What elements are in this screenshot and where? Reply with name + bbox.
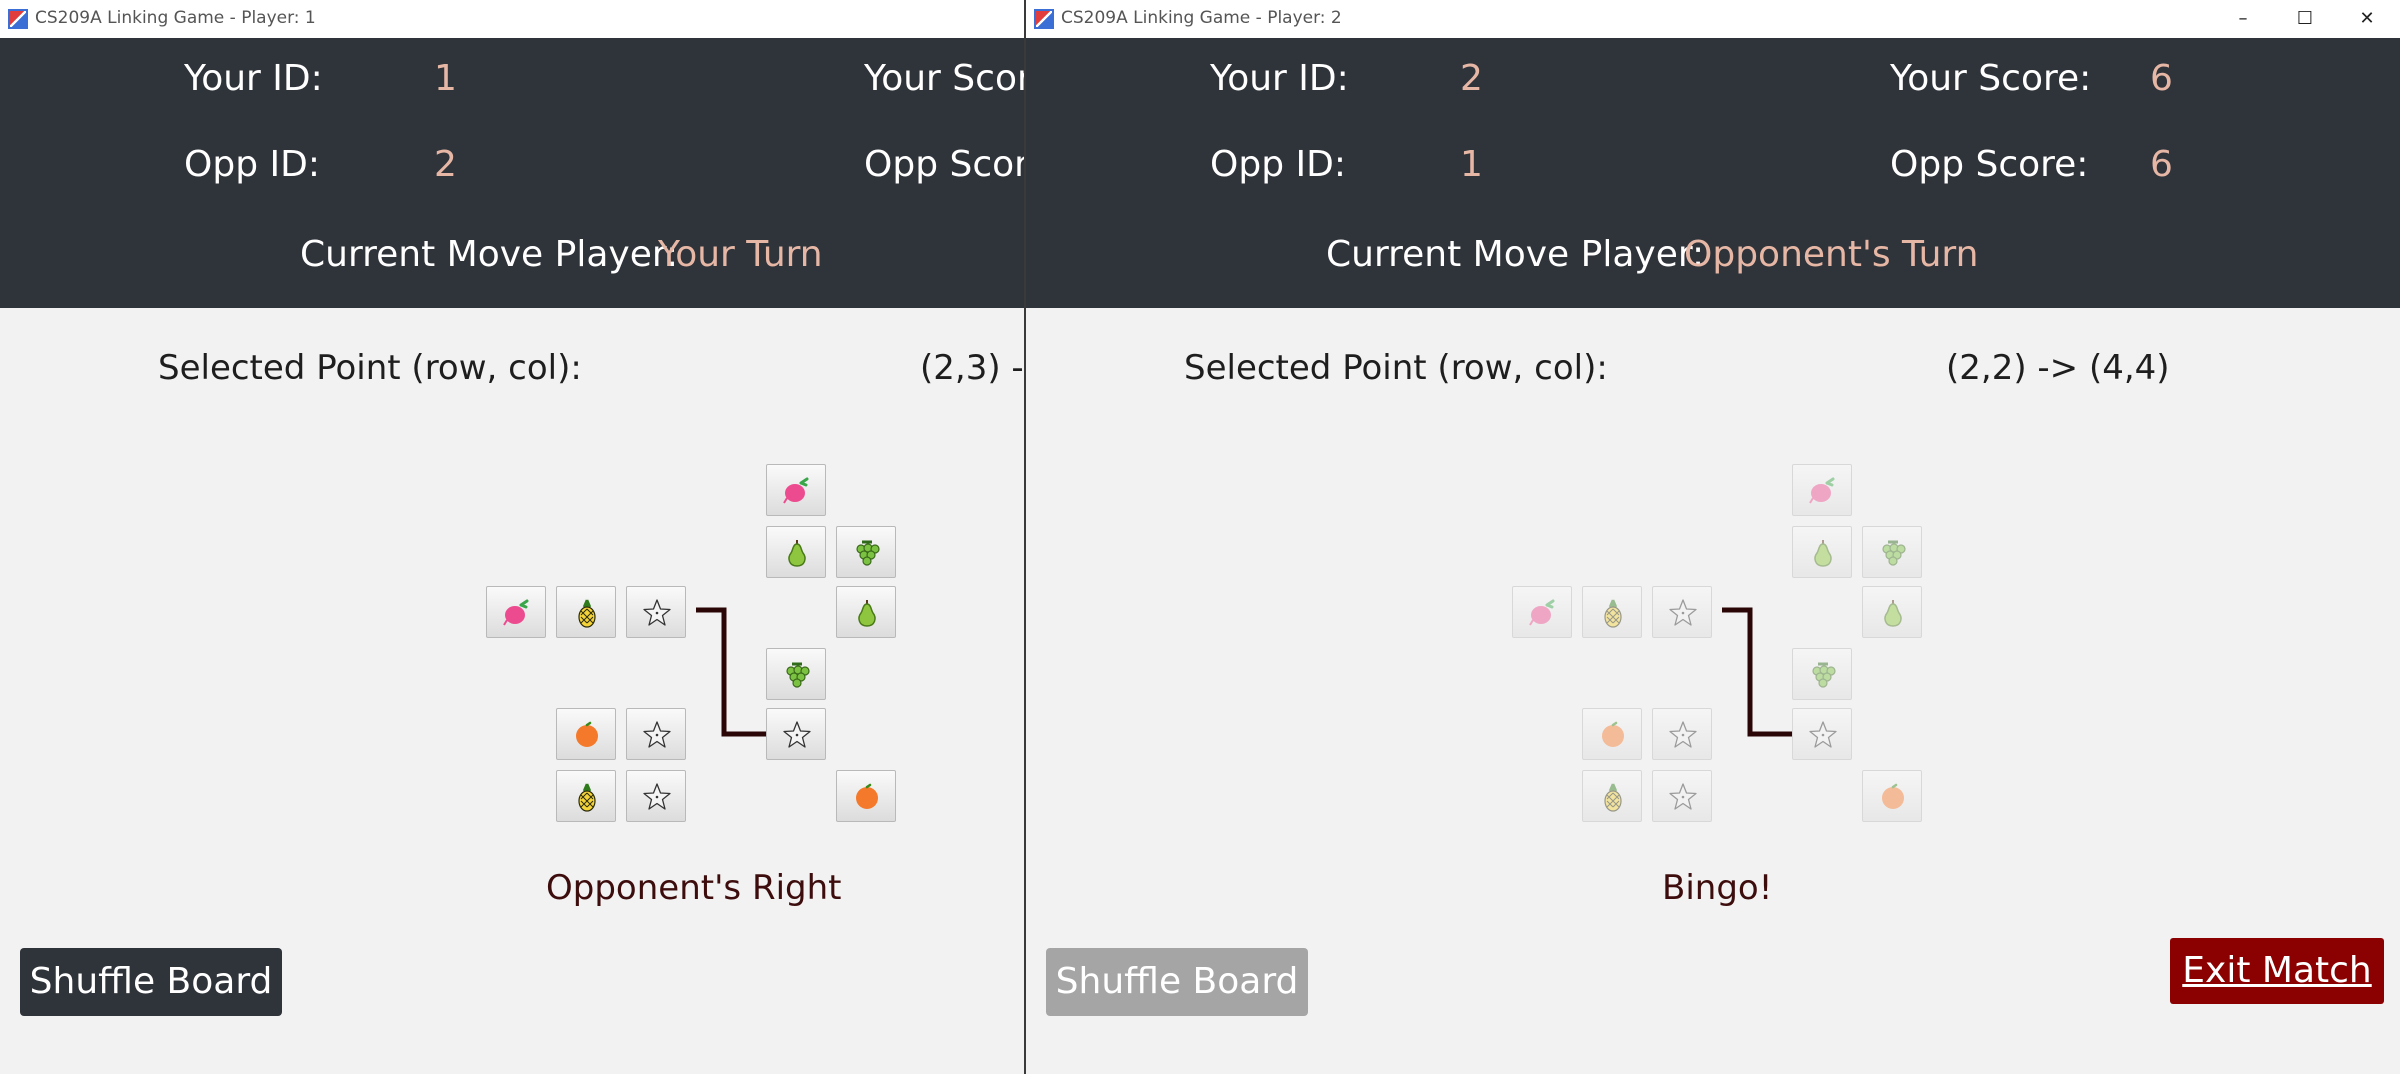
opp-id-value: 2 [434, 144, 457, 185]
opp-id-value: 1 [1460, 144, 1483, 185]
player2-window: CS209A Linking Game - Player: 2 – ☐ ✕ Yo… [1024, 0, 2400, 1074]
current-player-label: Current Move Player: [300, 234, 679, 275]
status-header: Your ID: 1 Your Score Opp ID: 2 Opp Scor… [0, 38, 1024, 308]
opp-score-value: 6 [2150, 144, 2173, 185]
game-board [1512, 462, 1932, 824]
your-score-label: Your Score: [1890, 58, 2092, 99]
your-id-value: 2 [1460, 58, 1483, 99]
your-id-label: Your ID: [1210, 58, 1349, 99]
your-id-label: Your ID: [184, 58, 323, 99]
result-message: Opponent's Right [546, 868, 842, 908]
minimize-button[interactable]: – [2212, 0, 2274, 38]
result-message: Bingo! [1662, 868, 1773, 908]
player1-window: CS209A Linking Game - Player: 1 Your ID:… [0, 0, 1024, 1074]
opp-score-label: Opp Score [864, 144, 1024, 185]
link-path [1722, 607, 1792, 737]
selected-point-label: Selected Point (row, col): [1184, 348, 1608, 388]
link-path [696, 607, 766, 737]
window-title: CS209A Linking Game - Player: 1 [35, 8, 316, 28]
opp-score-label: Opp Score: [1890, 144, 2089, 185]
shuffle-board-button[interactable]: Shuffle Board [20, 948, 282, 1016]
your-score-label: Your Score [864, 58, 1024, 99]
current-player-value: Your Turn [658, 234, 823, 275]
title-bar: CS209A Linking Game - Player: 1 [0, 0, 1024, 38]
game-board [486, 462, 906, 824]
selected-point-value: (2,3) -> [920, 348, 1024, 388]
status-header: Your ID: 2 Your Score: 6 Opp ID: 1 Opp S… [1026, 38, 2400, 308]
app-icon [1034, 9, 1054, 29]
current-player-label: Current Move Player: [1326, 234, 1705, 275]
window-title: CS209A Linking Game - Player: 2 [1061, 8, 1342, 28]
current-player-value: Opponent's Turn [1684, 234, 1979, 275]
maximize-button[interactable]: ☐ [2274, 0, 2336, 38]
selected-point-value: (2,2) -> (4,4) [1946, 348, 2170, 388]
app-icon [8, 9, 28, 29]
exit-match-button[interactable]: Exit Match [2170, 938, 2384, 1004]
your-score-value: 6 [2150, 58, 2173, 99]
selected-point-label: Selected Point (row, col): [158, 348, 582, 388]
shuffle-board-button[interactable]: Shuffle Board [1046, 948, 1308, 1016]
opp-id-label: Opp ID: [1210, 144, 1346, 185]
opp-id-label: Opp ID: [184, 144, 320, 185]
your-id-value: 1 [434, 58, 457, 99]
close-button[interactable]: ✕ [2336, 0, 2398, 38]
title-bar: CS209A Linking Game - Player: 2 – ☐ ✕ [1026, 0, 2400, 38]
